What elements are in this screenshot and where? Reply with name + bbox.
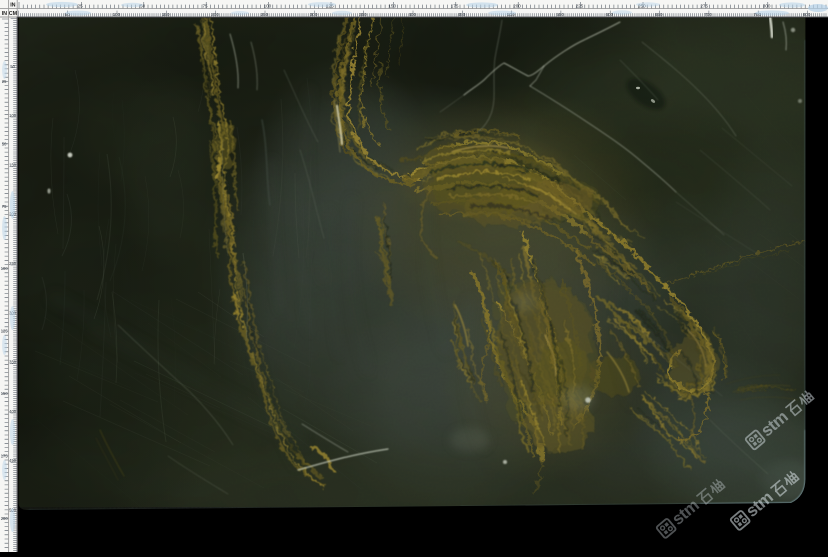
- svg-text:150: 150: [162, 12, 170, 17]
- svg-text:300: 300: [310, 12, 318, 17]
- svg-text:25: 25: [78, 4, 84, 9]
- svg-text:350: 350: [359, 12, 367, 17]
- svg-text:400: 400: [408, 12, 416, 17]
- svg-text:400: 400: [9, 409, 17, 414]
- svg-text:CM: CM: [9, 11, 18, 17]
- svg-text:650: 650: [655, 12, 663, 17]
- svg-text:250: 250: [260, 12, 268, 17]
- svg-text:800: 800: [803, 12, 811, 17]
- svg-text:550: 550: [556, 12, 564, 17]
- svg-text:300: 300: [763, 4, 771, 9]
- svg-text:200: 200: [211, 12, 219, 17]
- svg-text:150: 150: [388, 4, 396, 9]
- svg-text:350: 350: [9, 360, 17, 365]
- svg-text:200: 200: [1, 516, 9, 521]
- svg-text:75: 75: [2, 204, 7, 209]
- svg-text:200: 200: [513, 4, 521, 9]
- svg-text:450: 450: [9, 458, 17, 463]
- svg-text:450: 450: [458, 12, 466, 17]
- svg-text:50: 50: [10, 64, 15, 69]
- svg-text:100: 100: [113, 12, 121, 17]
- svg-text:25: 25: [2, 79, 7, 84]
- svg-text:IN: IN: [10, 3, 15, 9]
- svg-text:700: 700: [704, 12, 712, 17]
- svg-text:50: 50: [2, 141, 7, 146]
- svg-text:100: 100: [1, 266, 9, 271]
- svg-text:250: 250: [9, 261, 17, 266]
- svg-text:100: 100: [264, 4, 272, 9]
- svg-text:225: 225: [576, 4, 584, 9]
- svg-text:175: 175: [1, 453, 9, 458]
- svg-text:175: 175: [451, 4, 459, 9]
- svg-text:150: 150: [1, 391, 9, 396]
- svg-text:125: 125: [1, 329, 9, 334]
- svg-text:275: 275: [700, 4, 708, 9]
- svg-text:75: 75: [202, 4, 208, 9]
- svg-text:100: 100: [9, 113, 17, 118]
- svg-text:IN: IN: [2, 11, 7, 17]
- svg-text:150: 150: [9, 162, 17, 167]
